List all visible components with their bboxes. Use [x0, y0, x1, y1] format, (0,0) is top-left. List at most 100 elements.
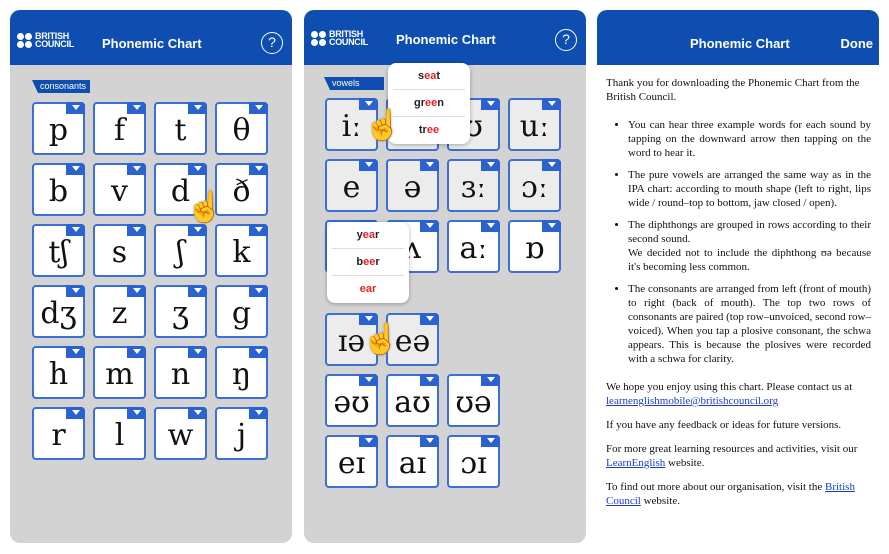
phoneme-tile[interactable]: ɔː — [508, 159, 561, 212]
dropdown-arrow-icon[interactable] — [481, 220, 500, 232]
phoneme-tile[interactable]: h — [32, 346, 85, 399]
dropdown-arrow-icon[interactable] — [481, 98, 500, 110]
dropdown-arrow-icon[interactable] — [66, 163, 85, 175]
dropdown-arrow-icon[interactable] — [420, 435, 439, 447]
page-title: Phonemic Chart — [396, 32, 496, 47]
phoneme-tile[interactable]: θ — [215, 102, 268, 155]
phoneme-tile[interactable]: tʃ — [32, 224, 85, 277]
dropdown-arrow-icon[interactable] — [249, 224, 268, 236]
dropdown-arrow-icon[interactable] — [359, 435, 378, 447]
phoneme-tile[interactable]: ɒ — [508, 220, 561, 273]
help-button[interactable]: ? — [555, 29, 577, 51]
example-words-popup: year beer ear — [327, 222, 409, 303]
dropdown-arrow-icon[interactable] — [66, 285, 85, 297]
phoneme-tile[interactable]: aː — [447, 220, 500, 273]
phoneme-tile[interactable]: z — [93, 285, 146, 338]
phoneme-tile[interactable]: aɪ — [386, 435, 439, 488]
tap-hand-icon: ☝ — [362, 323, 400, 356]
example-word[interactable]: seat — [393, 63, 465, 90]
phoneme-tile[interactable]: b — [32, 163, 85, 216]
dropdown-arrow-icon[interactable] — [127, 346, 146, 358]
about-text: Thank you for downloading the Phonemic C… — [606, 76, 871, 518]
phoneme-symbol: g — [231, 296, 252, 331]
dropdown-arrow-icon[interactable] — [188, 224, 207, 236]
dropdown-arrow-icon[interactable] — [188, 407, 207, 419]
phoneme-tile[interactable]: eɪ — [325, 435, 378, 488]
phoneme-tile[interactable]: aʊ — [386, 374, 439, 427]
phoneme-tile[interactable]: n — [154, 346, 207, 399]
dropdown-arrow-icon[interactable] — [542, 98, 561, 110]
phoneme-tile[interactable]: v — [93, 163, 146, 216]
phoneme-tile[interactable]: ɔɪ — [447, 435, 500, 488]
example-word[interactable]: ear — [332, 276, 404, 303]
phoneme-tile[interactable]: r — [32, 407, 85, 460]
dropdown-arrow-icon[interactable] — [420, 220, 439, 232]
dropdown-arrow-icon[interactable] — [420, 374, 439, 386]
example-word[interactable]: beer — [332, 249, 404, 276]
phoneme-tile[interactable]: w — [154, 407, 207, 460]
phoneme-tile[interactable]: t — [154, 102, 207, 155]
dropdown-arrow-icon[interactable] — [359, 374, 378, 386]
phoneme-tile[interactable]: ʒ — [154, 285, 207, 338]
phoneme-symbol: əʊ — [333, 385, 370, 420]
phoneme-symbol: p — [48, 113, 69, 148]
dropdown-arrow-icon[interactable] — [249, 163, 268, 175]
phoneme-tile[interactable]: f — [93, 102, 146, 155]
example-word[interactable]: year — [332, 222, 404, 249]
phoneme-tile[interactable]: ʊə — [447, 374, 500, 427]
dropdown-arrow-icon[interactable] — [249, 285, 268, 297]
phoneme-tile[interactable]: uː — [508, 98, 561, 151]
phoneme-symbol: aʊ — [394, 385, 431, 420]
dropdown-arrow-icon[interactable] — [249, 346, 268, 358]
help-button[interactable]: ? — [261, 32, 283, 54]
phoneme-symbol: ɜː — [460, 170, 487, 205]
phoneme-tile[interactable]: m — [93, 346, 146, 399]
dropdown-arrow-icon[interactable] — [249, 407, 268, 419]
dropdown-arrow-icon[interactable] — [249, 102, 268, 114]
phoneme-tile[interactable]: l — [93, 407, 146, 460]
email-link[interactable]: learnenglishmobile@britishcouncil.org — [606, 395, 778, 407]
dropdown-arrow-icon[interactable] — [542, 159, 561, 171]
learnenglish-link[interactable]: LearnEnglish — [606, 457, 665, 469]
bullet: The consonants are arranged from left (f… — [628, 282, 871, 366]
dropdown-arrow-icon[interactable] — [481, 374, 500, 386]
dropdown-arrow-icon[interactable] — [66, 346, 85, 358]
phoneme-tile[interactable]: ə — [386, 159, 439, 212]
phoneme-symbol: ɒ — [524, 231, 545, 266]
phoneme-tile[interactable]: k — [215, 224, 268, 277]
dropdown-arrow-icon[interactable] — [188, 346, 207, 358]
phoneme-tile[interactable]: ʃ — [154, 224, 207, 277]
dropdown-arrow-icon[interactable] — [127, 163, 146, 175]
dropdown-arrow-icon[interactable] — [359, 159, 378, 171]
phoneme-tile[interactable]: e — [325, 159, 378, 212]
phoneme-tile[interactable]: dʒ — [32, 285, 85, 338]
phoneme-tile[interactable]: p — [32, 102, 85, 155]
vowels-label: vowels — [324, 77, 384, 90]
vowels-screen: BRITISH COUNCIL Phonemic Chart ? vowels i… — [304, 10, 586, 543]
phoneme-tile[interactable]: s — [93, 224, 146, 277]
done-button[interactable]: Done — [841, 36, 874, 51]
dropdown-arrow-icon[interactable] — [481, 159, 500, 171]
dropdown-arrow-icon[interactable] — [188, 102, 207, 114]
dropdown-arrow-icon[interactable] — [66, 407, 85, 419]
example-word[interactable]: tree — [393, 117, 465, 144]
dropdown-arrow-icon[interactable] — [188, 285, 207, 297]
example-word[interactable]: green — [393, 90, 465, 117]
dropdown-arrow-icon[interactable] — [66, 102, 85, 114]
phoneme-tile[interactable]: ŋ — [215, 346, 268, 399]
dropdown-arrow-icon[interactable] — [188, 163, 207, 175]
dropdown-arrow-icon[interactable] — [127, 102, 146, 114]
dropdown-arrow-icon[interactable] — [542, 220, 561, 232]
dropdown-arrow-icon[interactable] — [127, 224, 146, 236]
phoneme-tile[interactable]: j — [215, 407, 268, 460]
dropdown-arrow-icon[interactable] — [481, 435, 500, 447]
dropdown-arrow-icon[interactable] — [127, 407, 146, 419]
phoneme-tile[interactable]: g — [215, 285, 268, 338]
dropdown-arrow-icon[interactable] — [127, 285, 146, 297]
phoneme-tile[interactable]: ɜː — [447, 159, 500, 212]
phoneme-tile[interactable]: əʊ — [325, 374, 378, 427]
dropdown-arrow-icon[interactable] — [420, 159, 439, 171]
bullet: You can hear three example words for eac… — [628, 118, 871, 160]
dropdown-arrow-icon[interactable] — [66, 224, 85, 236]
dropdown-arrow-icon[interactable] — [420, 313, 439, 325]
